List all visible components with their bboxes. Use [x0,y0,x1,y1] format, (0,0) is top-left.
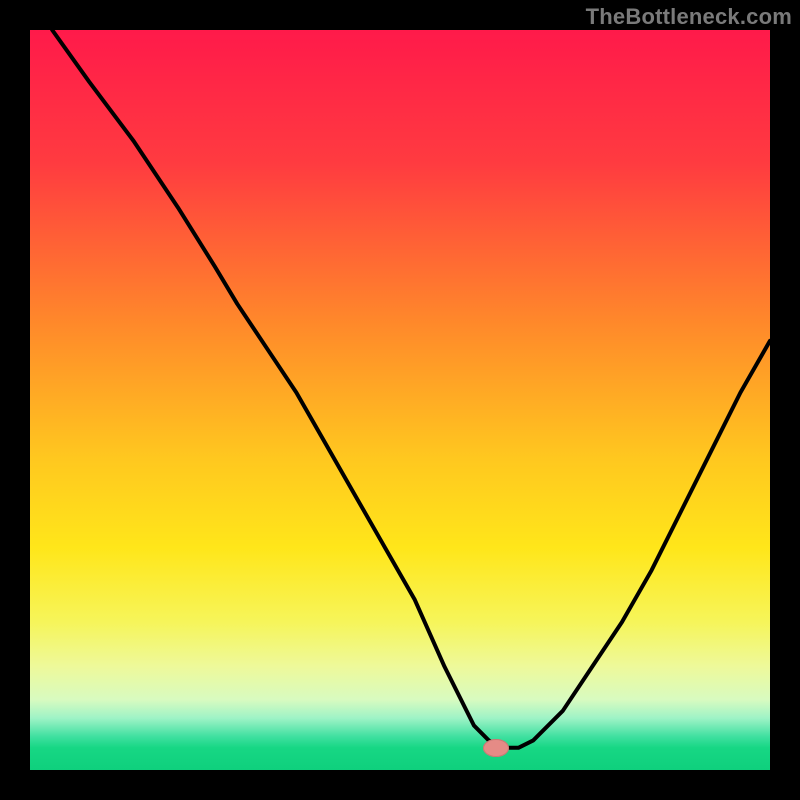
watermark-label: TheBottleneck.com [586,4,792,30]
chart-frame: TheBottleneck.com [0,0,800,800]
plot-area [30,30,770,770]
bottleneck-curve [30,30,770,770]
optimal-point-marker [483,739,509,757]
